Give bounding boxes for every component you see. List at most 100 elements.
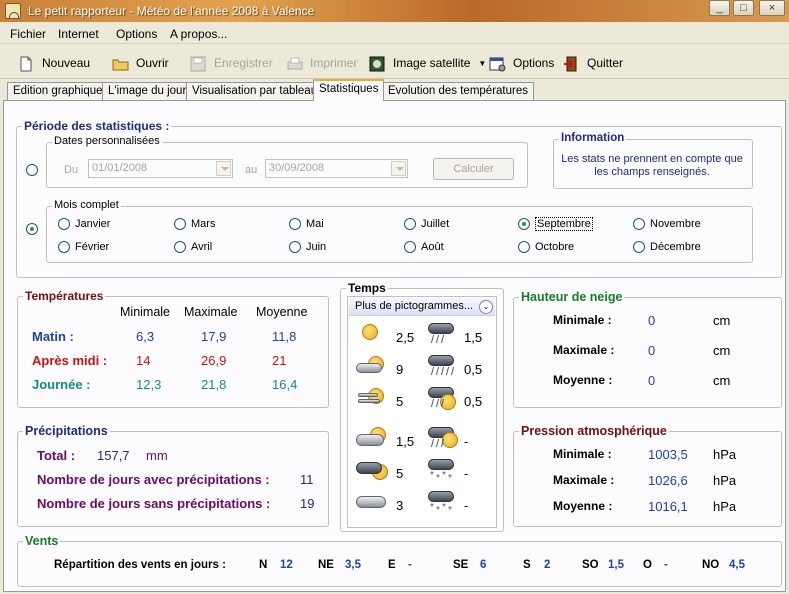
menu-internet[interactable]: Internet (58, 27, 99, 41)
weather-count: 2,5 (396, 330, 415, 345)
to-date-combo[interactable]: 30/09/2008 (265, 159, 408, 178)
month-label-4[interactable]: Avril (191, 241, 212, 253)
weather-count: 5 (396, 394, 404, 409)
options-button[interactable]: Options (489, 53, 554, 73)
print-label: Imprimer (310, 56, 358, 70)
precip-days-without-value: 19 (300, 496, 315, 511)
save-button[interactable]: Enregistrer (190, 53, 273, 73)
month-label-5[interactable]: Mai (306, 218, 324, 230)
month-label-8[interactable]: Août (421, 241, 444, 253)
options-label: Options (513, 56, 555, 70)
month-label-11[interactable]: Novembre (650, 218, 701, 230)
chevron-down-icon[interactable] (216, 161, 231, 176)
month-radio-8[interactable] (404, 241, 416, 253)
winds-title: Vents (23, 534, 61, 548)
month-radio-9[interactable] (518, 218, 530, 230)
new-label: Nouveau (42, 56, 91, 70)
minimize-button[interactable]: _ (709, 0, 730, 16)
satellite-image-button[interactable]: Image satellite ▼ (369, 53, 486, 73)
month-label-9[interactable]: Septembre (535, 217, 593, 231)
month-label-7[interactable]: Juillet (421, 218, 449, 230)
tab-statistiques[interactable]: Statistiques (313, 79, 385, 101)
pressure-row-unit: hPa (713, 447, 737, 462)
full-month-title: Mois complet (52, 199, 121, 211)
menu-fichier[interactable]: Fichier (10, 27, 46, 41)
menu-options[interactable]: Options (116, 27, 157, 41)
from-date-combo[interactable]: 01/01/2008 (88, 159, 233, 178)
title-bar[interactable]: Le petit rapporteur - Météo de l'année 2… (0, 0, 789, 22)
month-radio-3[interactable] (174, 218, 186, 230)
more-pictograms-dropdown[interactable]: Plus de pictogrammes... ⌄ (349, 298, 495, 316)
pressure-row-label: Minimale : (553, 447, 612, 461)
custom-dates-title: Dates personnalisées (52, 135, 162, 147)
wind-direction-value: 2 (544, 559, 551, 571)
month-radio-4[interactable] (174, 241, 186, 253)
tab-visualisation-tableau[interactable]: Visualisation par tableau (186, 82, 324, 101)
dropdown-arrow-icon[interactable]: ▼ (478, 59, 486, 68)
wind-direction-value: - (664, 559, 668, 571)
tab-image-du-jour[interactable]: L'image du jour (102, 82, 193, 101)
open-folder-icon (112, 56, 130, 71)
window-title: Le petit rapporteur - Météo de l'année 2… (28, 4, 315, 18)
precip-total-unit: mm (146, 448, 168, 463)
weather-count: 3 (396, 498, 404, 513)
temp-avg-value: 11,8 (272, 329, 297, 344)
from-date-value: 01/01/2008 (92, 162, 148, 174)
new-button[interactable]: Nouveau (18, 53, 90, 73)
month-label-10[interactable]: Octobre (535, 241, 574, 253)
temp-max-value: 17,9 (201, 329, 227, 344)
open-button[interactable]: Ouvrir (112, 53, 169, 73)
month-radio-11[interactable] (633, 218, 645, 230)
snow-row-value: 0 (648, 343, 656, 358)
weather-count: 9 (396, 362, 404, 377)
options-window-icon (489, 56, 507, 71)
compute-button[interactable]: Calculer (433, 158, 514, 180)
temp-min-value: 6,3 (136, 329, 155, 344)
month-radio-6[interactable] (289, 241, 301, 253)
month-label-12[interactable]: Décembre (650, 241, 701, 253)
month-label-6[interactable]: Juin (306, 241, 326, 253)
chevron-down-icon[interactable] (391, 161, 406, 176)
month-radio-12[interactable] (633, 241, 645, 253)
precip-days-without-label: Nombre de jours sans précipitations : (37, 496, 271, 511)
tab-evolution-temperatures[interactable]: Evolution des températures (382, 82, 534, 101)
custom-dates-radio[interactable] (26, 164, 38, 176)
precipitations-title: Précipitations (23, 424, 110, 438)
pressure-title: Pression atmosphérique (519, 424, 669, 438)
month-radio-7[interactable] (404, 218, 416, 230)
pressure-row-label: Moyenne : (553, 499, 613, 513)
month-radio-5[interactable] (289, 218, 301, 230)
snow-title: Hauteur de neige (519, 290, 625, 304)
temp-max-value: 26,9 (201, 353, 227, 368)
temp-avg-value: 16,4 (272, 377, 298, 392)
print-button[interactable]: Imprimer (286, 53, 357, 73)
maximize-button[interactable]: □ (733, 0, 754, 16)
snow-row-unit: cm (713, 343, 731, 358)
menu-apropos[interactable]: A propos... (170, 27, 227, 41)
sun-haze-icon (354, 386, 388, 410)
month-label-2[interactable]: Février (75, 241, 109, 253)
wind-direction-label: E (388, 559, 396, 571)
pressure-row-unit: hPa (713, 473, 737, 488)
full-month-radio[interactable] (26, 223, 38, 235)
wind-direction-value: 4,5 (729, 559, 745, 571)
tab-strip: Edition graphique L'image du jour Visual… (0, 79, 789, 101)
month-radio-10[interactable] (518, 241, 530, 253)
from-label: Du (64, 164, 79, 176)
quit-button[interactable]: Quitter (563, 53, 623, 73)
sun-icon (354, 322, 388, 346)
chevron-down-icon[interactable]: ⌄ (479, 300, 493, 314)
month-radio-2[interactable] (58, 241, 70, 253)
month-label-3[interactable]: Mars (191, 218, 215, 230)
close-button[interactable]: × (759, 0, 785, 16)
floppy-disk-icon (190, 56, 208, 71)
showers-sun-icon (424, 426, 458, 450)
col-max-header: Maximale (184, 305, 238, 319)
weather-count: - (464, 434, 469, 449)
weather-count: - (464, 466, 469, 481)
snow-row-label: Minimale : (553, 313, 612, 327)
month-radio-1[interactable] (58, 218, 70, 230)
tab-edition-graphique[interactable]: Edition graphique (7, 82, 109, 101)
wind-direction-label: NE (318, 559, 334, 571)
month-label-1[interactable]: Janvier (75, 218, 110, 230)
